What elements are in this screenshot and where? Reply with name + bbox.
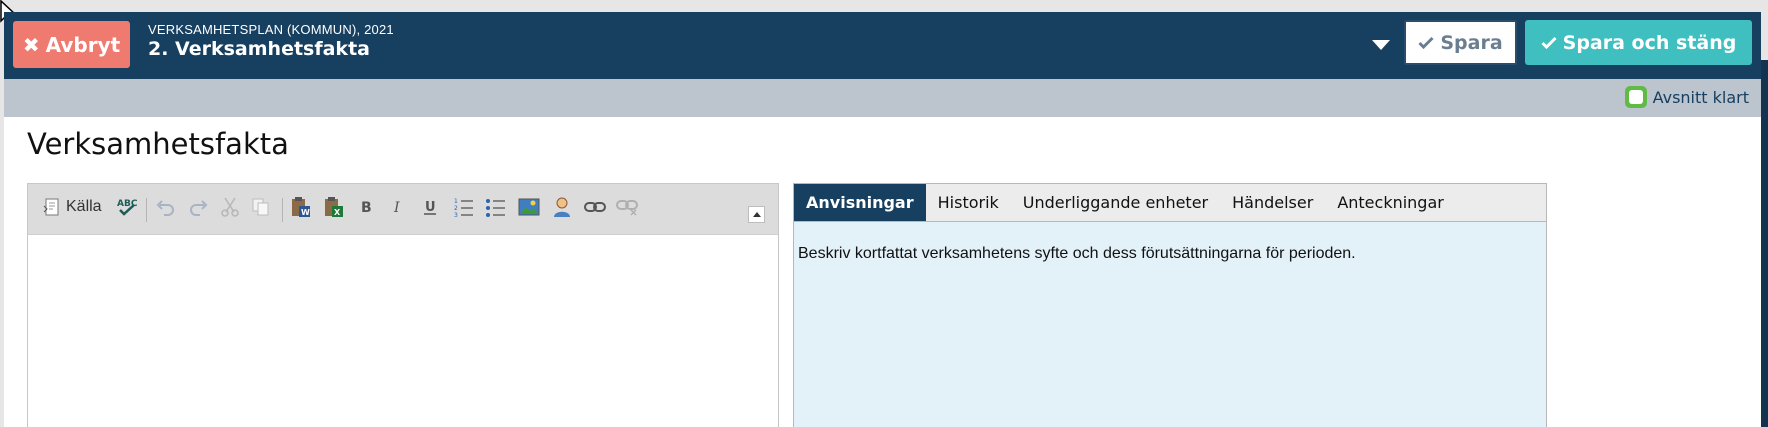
header-bar: ✖ Avbryt VERKSAMHETSPLAN (KOMMUN), 2021 … — [4, 12, 1761, 79]
numbered-list-icon: 123 — [454, 198, 473, 218]
svg-text:X: X — [334, 208, 341, 217]
tab-anteckningar[interactable]: Anteckningar — [1325, 184, 1456, 221]
close-icon: ✖ — [22, 32, 40, 57]
section-done-label: Avsnitt klart — [1652, 87, 1749, 107]
numbered-list-button[interactable]: 123 — [453, 196, 475, 218]
rich-text-editor: Källa ABC W X B I U 1 2 3 — [27, 183, 779, 427]
window-edge — [1761, 60, 1768, 427]
spellcheck-icon: ABC — [117, 199, 138, 216]
copy-button[interactable] — [251, 196, 271, 218]
tab-historik[interactable]: Historik — [926, 184, 1011, 221]
cancel-label: Avbryt — [45, 32, 121, 57]
insert-person-button[interactable] — [551, 196, 573, 218]
editor-toolbar: Källa ABC W X B I U 1 2 3 — [28, 184, 778, 235]
svg-text:3: 3 — [454, 212, 458, 218]
svg-text:2: 2 — [454, 205, 458, 212]
cut-button[interactable] — [221, 196, 239, 218]
tab-handelser[interactable]: Händelser — [1220, 184, 1325, 221]
image-icon — [518, 198, 540, 216]
bold-button[interactable]: B — [358, 196, 374, 218]
person-icon — [554, 197, 570, 217]
bold-icon: B — [361, 200, 372, 216]
undo-icon — [156, 200, 174, 216]
status-bar: Avsnitt klart — [4, 79, 1761, 117]
paste-excel-icon: X — [325, 197, 343, 217]
svg-text:B: B — [361, 200, 372, 216]
bullet-list-button[interactable] — [485, 196, 507, 218]
scissors-icon — [221, 197, 239, 217]
italic-button[interactable]: I — [390, 196, 406, 218]
redo-icon — [190, 200, 208, 216]
page-title: Verksamhetsfakta — [27, 127, 289, 161]
link-button[interactable] — [584, 196, 606, 218]
svg-text:U: U — [425, 200, 436, 215]
underline-button[interactable]: U — [422, 196, 438, 218]
cancel-button[interactable]: ✖ Avbryt — [13, 21, 130, 68]
paste-word-icon: W — [292, 197, 310, 217]
edit-section-window: ✖ Avbryt VERKSAMHETSPLAN (KOMMUN), 2021 … — [4, 12, 1761, 427]
save-button[interactable]: Spara — [1404, 20, 1517, 65]
side-panel: Anvisningar Historik Underliggande enhet… — [793, 183, 1547, 427]
svg-text:ABC: ABC — [117, 199, 138, 209]
underline-icon: U — [424, 200, 436, 215]
link-icon — [584, 202, 606, 212]
section-done-checkbox[interactable] — [1624, 86, 1647, 108]
tab-anvisningar[interactable]: Anvisningar — [794, 184, 926, 221]
unlink-button[interactable] — [616, 196, 638, 218]
save-and-close-label: Spara och stäng — [1562, 31, 1737, 54]
section-heading: 2. Verksamhetsfakta — [148, 38, 370, 60]
toolbar-separator — [282, 198, 283, 222]
save-and-close-button[interactable]: Spara och stäng — [1525, 20, 1752, 65]
dropdown-caret-icon[interactable] — [1372, 40, 1390, 50]
header-titles: VERKSAMHETSPLAN (KOMMUN), 2021 2. Verksa… — [148, 22, 394, 61]
tab-underliggande-enheter[interactable]: Underliggande enheter — [1011, 184, 1220, 221]
save-label: Spara — [1440, 31, 1503, 54]
source-label: Källa — [66, 198, 102, 215]
check-icon — [1418, 36, 1434, 49]
svg-text:W: W — [301, 208, 310, 217]
svg-text:I: I — [393, 200, 400, 216]
copy-icon — [252, 198, 269, 216]
toolbar-separator — [146, 198, 147, 222]
redo-button[interactable] — [188, 196, 208, 218]
side-panel-tabs: Anvisningar Historik Underliggande enhet… — [794, 184, 1546, 222]
section-done-toggle[interactable]: Avsnitt klart — [1624, 86, 1749, 108]
undo-button[interactable] — [156, 196, 176, 218]
check-icon — [1541, 36, 1557, 49]
paste-from-excel-button[interactable]: X — [323, 196, 345, 218]
svg-text:1: 1 — [454, 198, 458, 205]
instructions-text: Beskriv kortfattat verksamhetens syfte o… — [798, 245, 1356, 262]
italic-icon: I — [393, 200, 400, 216]
bullet-list-icon — [486, 199, 505, 217]
unlink-icon — [616, 200, 638, 216]
spellcheck-button[interactable]: ABC — [116, 196, 138, 218]
document-subtitle: VERKSAMHETSPLAN (KOMMUN), 2021 — [148, 22, 394, 37]
collapse-toolbar-button[interactable] — [748, 206, 765, 223]
source-icon — [43, 198, 59, 216]
source-button[interactable]: Källa — [43, 196, 102, 218]
editor-content-area[interactable] — [28, 235, 778, 427]
image-button[interactable] — [518, 196, 540, 218]
paste-from-word-button[interactable]: W — [290, 196, 312, 218]
